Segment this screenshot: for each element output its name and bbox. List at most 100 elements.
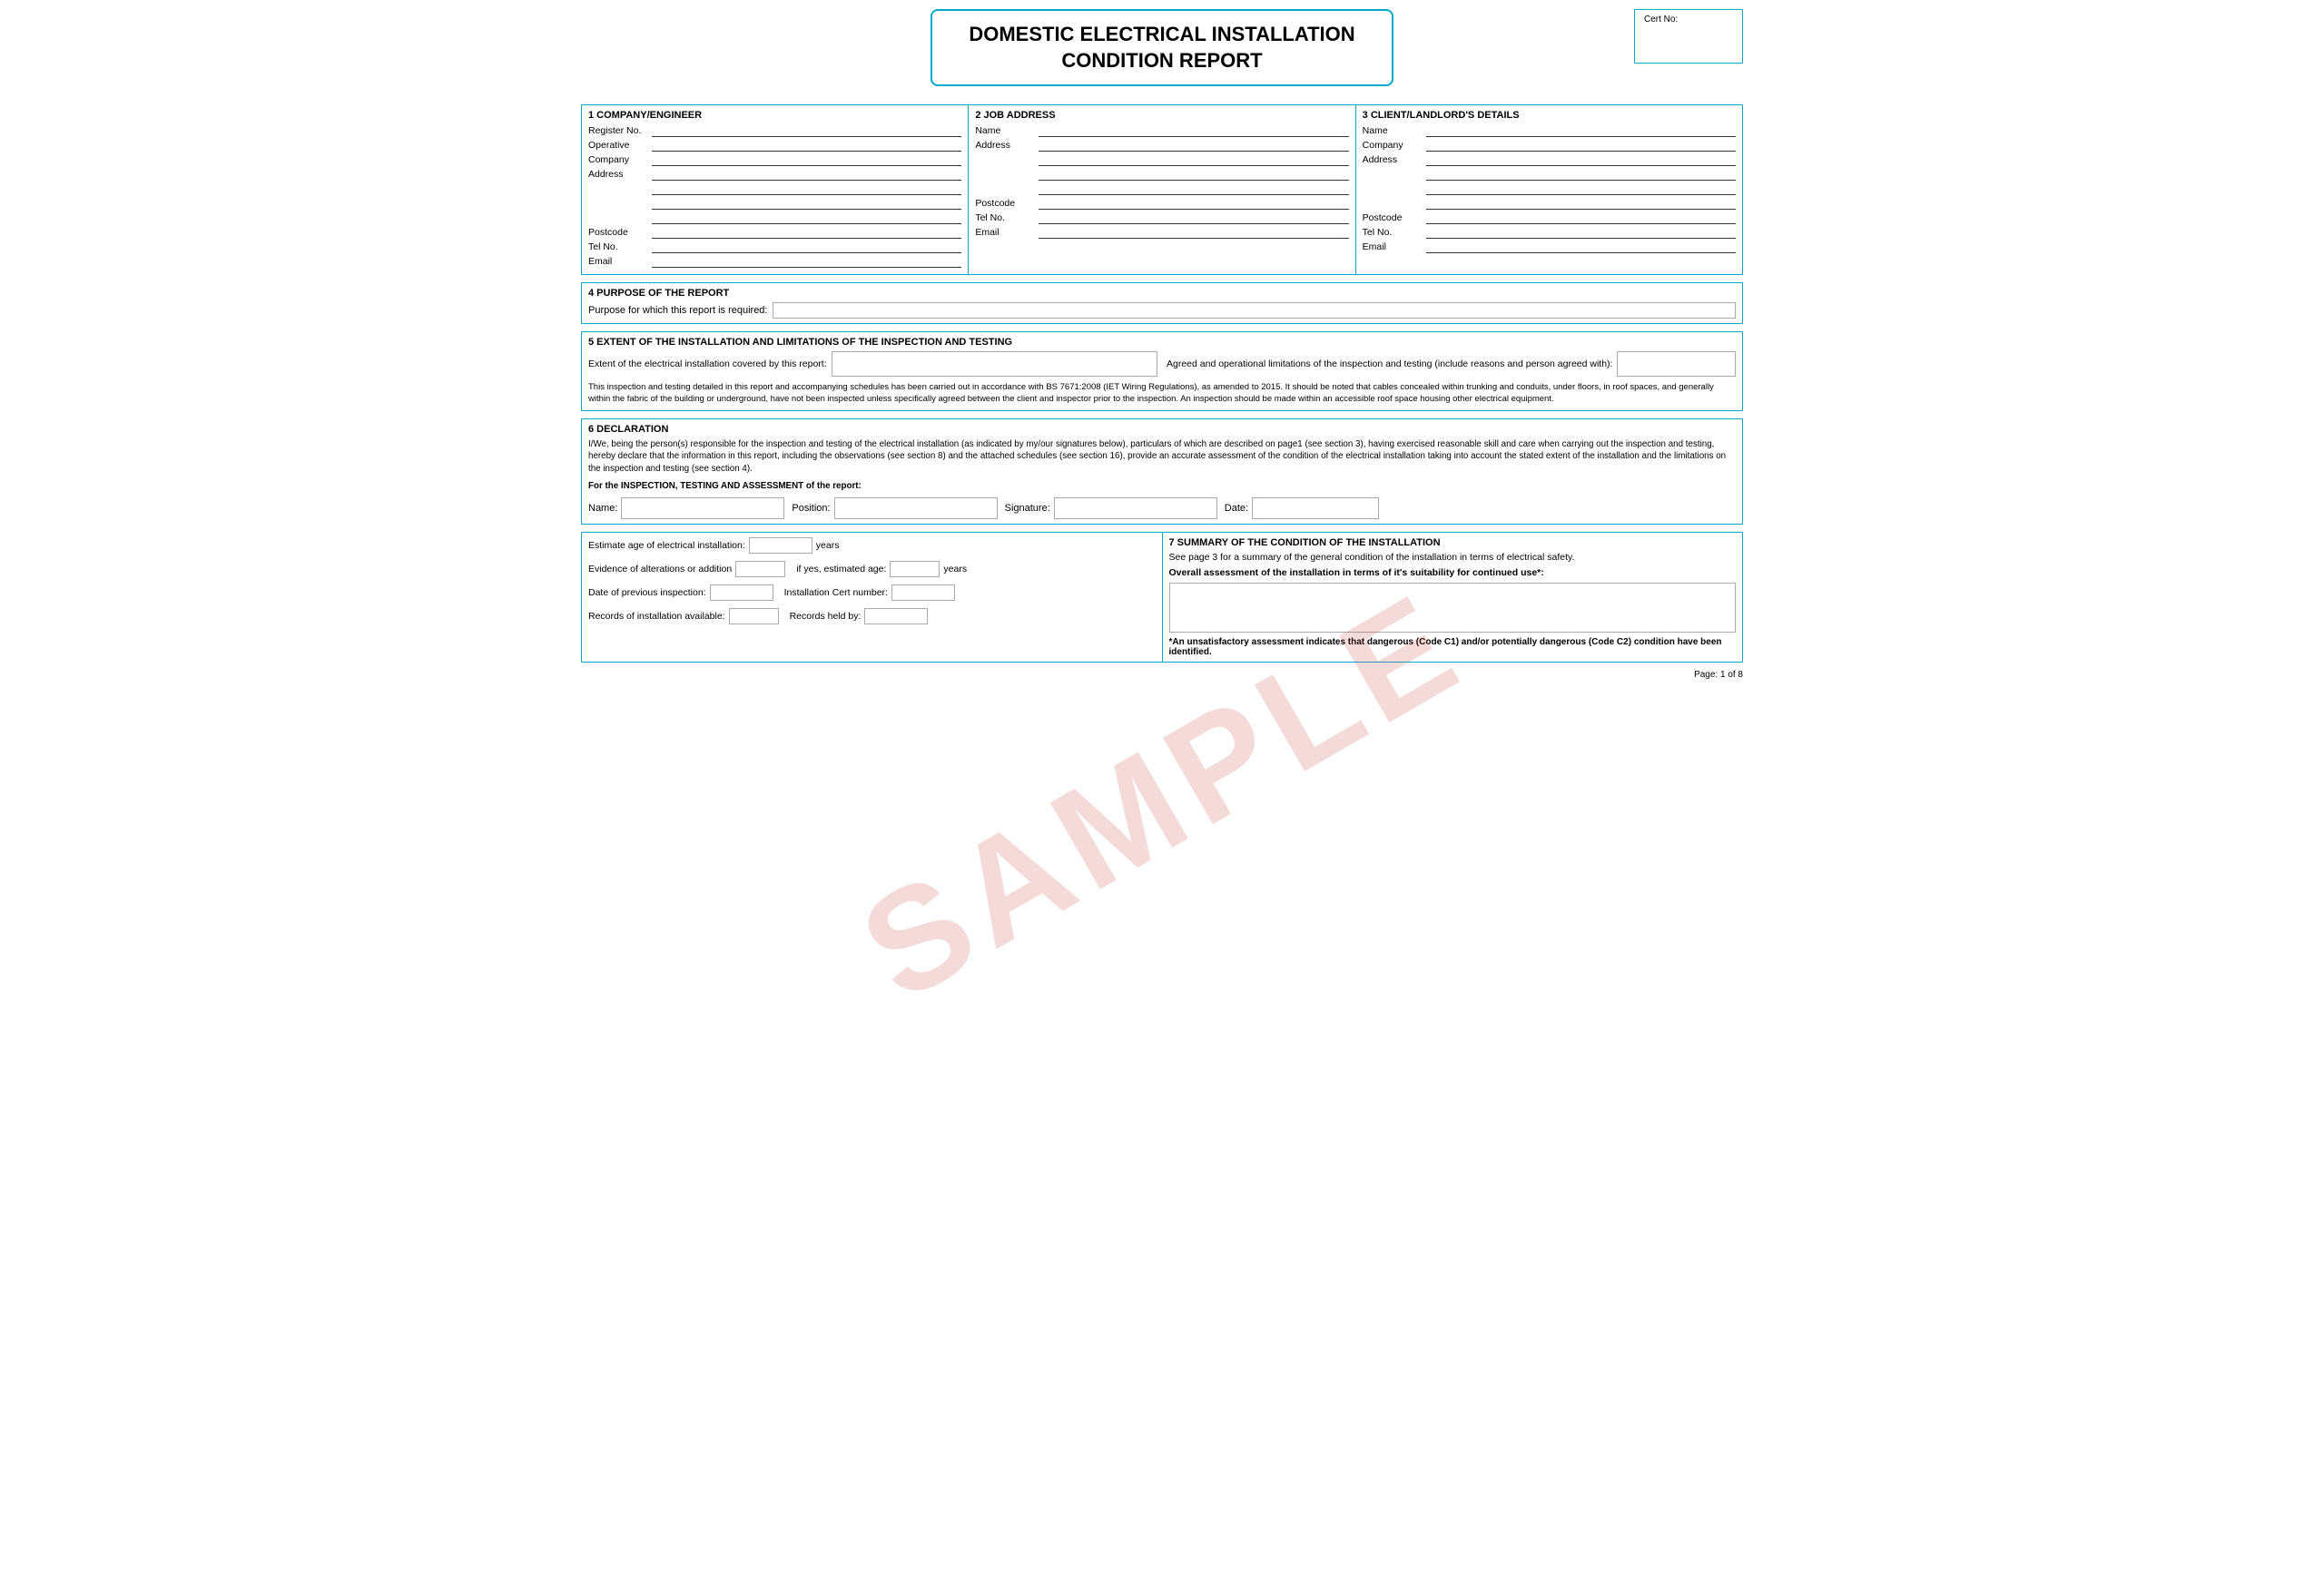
est-age-label: Estimate age of electrical installation: bbox=[588, 540, 745, 551]
decl-signature-label: Signature: bbox=[1005, 503, 1050, 514]
extent-input2[interactable] bbox=[1617, 351, 1736, 377]
extent-input1[interactable] bbox=[832, 351, 1157, 377]
address3-input[interactable] bbox=[652, 197, 961, 210]
field-company: Company bbox=[588, 153, 961, 166]
client-email-input[interactable] bbox=[1426, 241, 1736, 253]
bottom-section: Estimate age of electrical installation:… bbox=[581, 532, 1743, 663]
top-three-columns: 1 COMPANY/ENGINEER Register No. Operativ… bbox=[581, 104, 1743, 275]
decl-name-input[interactable] bbox=[621, 497, 784, 519]
job-name-input[interactable] bbox=[1039, 124, 1348, 137]
declaration-bold: For the INSPECTION, TESTING AND ASSESSME… bbox=[588, 480, 1736, 493]
address4-input[interactable] bbox=[652, 211, 961, 224]
field-job-address2 bbox=[975, 153, 1348, 166]
field-client-email: Email bbox=[1363, 241, 1736, 253]
overall-assessment-input[interactable] bbox=[1169, 583, 1737, 633]
company-input[interactable] bbox=[652, 153, 961, 166]
client-address3-input[interactable] bbox=[1426, 182, 1736, 195]
extent-label1: Extent of the electrical installation co… bbox=[588, 358, 827, 369]
field-postcode: Postcode bbox=[588, 226, 961, 239]
overall-label: Overall assessment of the installation i… bbox=[1169, 567, 1737, 578]
page-header: DOMESTIC ELECTRICAL INSTALLATION CONDITI… bbox=[581, 9, 1743, 86]
field-job-address4 bbox=[975, 182, 1348, 195]
decl-signature-field: Signature: bbox=[1005, 497, 1217, 519]
address2-input[interactable] bbox=[652, 182, 961, 195]
client-address2-input[interactable] bbox=[1426, 168, 1736, 181]
client-postcode-input[interactable] bbox=[1426, 211, 1736, 224]
records-input[interactable] bbox=[729, 608, 779, 624]
field-address: Address bbox=[588, 168, 961, 181]
section2-job-address: 2 JOB ADDRESS Name Address bbox=[969, 105, 1355, 274]
prev-inspection-input[interactable] bbox=[710, 584, 773, 601]
section7-summary: 7 SUMMARY OF THE CONDITION OF THE INSTAL… bbox=[1163, 533, 1743, 662]
extent-left: Extent of the electrical installation co… bbox=[588, 351, 1157, 377]
client-company-input[interactable] bbox=[1426, 139, 1736, 152]
job-tel-input[interactable] bbox=[1039, 211, 1348, 224]
field-client-postcode: Postcode bbox=[1363, 211, 1736, 224]
purpose-row: Purpose for which this report is require… bbox=[588, 302, 1736, 319]
extent-right: Agreed and operational limitations of th… bbox=[1167, 351, 1736, 377]
section3-header: 3 CLIENT/LANDLORD'S DETAILS bbox=[1363, 110, 1736, 121]
field-operative: Operative bbox=[588, 139, 961, 152]
extent-label2: Agreed and operational limitations of th… bbox=[1167, 358, 1612, 369]
job-address1-input[interactable] bbox=[1039, 139, 1348, 152]
decl-position-label: Position: bbox=[792, 503, 830, 514]
records-held-input[interactable] bbox=[864, 608, 928, 624]
job-address2-input[interactable] bbox=[1039, 153, 1348, 166]
operative-input[interactable] bbox=[652, 139, 961, 152]
decl-name-field: Name: bbox=[588, 497, 784, 519]
section7-intro: See page 3 for a summary of the general … bbox=[1169, 552, 1737, 563]
field-register: Register No. bbox=[588, 124, 961, 137]
client-address1-input[interactable] bbox=[1426, 153, 1736, 166]
section6-declaration: 6 DECLARATION I/We, being the person(s) … bbox=[581, 418, 1743, 525]
section5-header: 5 EXTENT OF THE INSTALLATION AND LIMITAT… bbox=[588, 337, 1736, 348]
client-tel-input[interactable] bbox=[1426, 226, 1736, 239]
est-age-input[interactable] bbox=[749, 537, 812, 554]
email-input[interactable] bbox=[652, 255, 961, 268]
job-email-input[interactable] bbox=[1039, 226, 1348, 239]
if-yes-input[interactable] bbox=[890, 561, 940, 577]
job-postcode-input[interactable] bbox=[1039, 197, 1348, 210]
inst-cert-label: Installation Cert number: bbox=[784, 587, 888, 598]
field-job-address: Address bbox=[975, 139, 1348, 152]
bottom-left: Estimate age of electrical installation:… bbox=[582, 533, 1163, 662]
page-number: Page: 1 of 8 bbox=[581, 670, 1743, 680]
tel-input[interactable] bbox=[652, 241, 961, 253]
title-box: DOMESTIC ELECTRICAL INSTALLATION CONDITI… bbox=[931, 9, 1393, 86]
section5-extent: 5 EXTENT OF THE INSTALLATION AND LIMITAT… bbox=[581, 331, 1743, 411]
postcode-input[interactable] bbox=[652, 226, 961, 239]
job-address3-input[interactable] bbox=[1039, 168, 1348, 181]
if-yes-label: if yes, estimated age: bbox=[796, 564, 886, 575]
decl-position-input[interactable] bbox=[834, 497, 998, 519]
job-address4-input[interactable] bbox=[1039, 182, 1348, 195]
prev-inspection-row: Date of previous inspection: Installatio… bbox=[588, 584, 1156, 601]
inst-cert-input[interactable] bbox=[891, 584, 955, 601]
cert-label: Cert No: bbox=[1644, 15, 1733, 25]
est-age-unit: years bbox=[816, 540, 840, 551]
field-address3 bbox=[588, 197, 961, 210]
decl-signature-input[interactable] bbox=[1054, 497, 1217, 519]
field-client-company: Company bbox=[1363, 139, 1736, 152]
field-client-name: Name bbox=[1363, 124, 1736, 137]
decl-position-field: Position: bbox=[792, 497, 997, 519]
client-address4-input[interactable] bbox=[1426, 197, 1736, 210]
field-job-name: Name bbox=[975, 124, 1348, 137]
field-job-postcode: Postcode bbox=[975, 197, 1348, 210]
evidence-label: Evidence of alterations or addition bbox=[588, 564, 732, 575]
evidence-input[interactable] bbox=[735, 561, 785, 577]
section1-company: 1 COMPANY/ENGINEER Register No. Operativ… bbox=[582, 105, 969, 274]
records-held-label: Records held by: bbox=[790, 611, 862, 622]
client-name-input[interactable] bbox=[1426, 124, 1736, 137]
section6-header: 6 DECLARATION bbox=[588, 424, 1736, 435]
purpose-input[interactable] bbox=[773, 302, 1736, 319]
decl-name-label: Name: bbox=[588, 503, 617, 514]
field-address4 bbox=[588, 211, 961, 224]
decl-date-field: Date: bbox=[1225, 497, 1379, 519]
address1-input[interactable] bbox=[652, 168, 961, 181]
records-label: Records of installation available: bbox=[588, 611, 725, 622]
section4-purpose: 4 PURPOSE OF THE REPORT Purpose for whic… bbox=[581, 282, 1743, 324]
page-title: DOMESTIC ELECTRICAL INSTALLATION CONDITI… bbox=[969, 22, 1354, 74]
prev-inspection-label: Date of previous inspection: bbox=[588, 587, 706, 598]
extent-body: This inspection and testing detailed in … bbox=[588, 381, 1736, 406]
decl-date-input[interactable] bbox=[1252, 497, 1379, 519]
register-input[interactable] bbox=[652, 124, 961, 137]
